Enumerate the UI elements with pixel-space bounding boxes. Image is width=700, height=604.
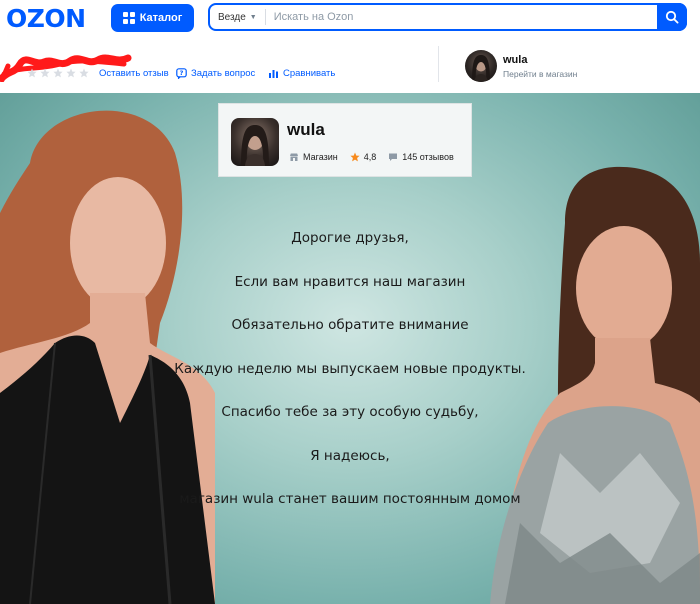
store-card-meta: Магазин 4,8 145 отзывов bbox=[289, 152, 466, 162]
product-info-bar: Оставить отзыв ? Задать вопрос Сравниват… bbox=[0, 36, 700, 91]
compare-link[interactable]: Сравнивать bbox=[268, 68, 335, 79]
search-bar: Везде ▼ bbox=[208, 3, 687, 31]
banner-text-line: Дорогие друзья, bbox=[291, 230, 409, 246]
search-scope-label: Везде bbox=[218, 11, 246, 23]
compare-icon bbox=[269, 70, 278, 78]
store-type-label: Магазин bbox=[303, 152, 338, 162]
star-icon bbox=[350, 152, 360, 162]
chat-bubble-icon bbox=[389, 153, 398, 161]
banner-text-line: Если вам нравится наш магазин bbox=[234, 274, 466, 290]
store-avatar[interactable] bbox=[465, 50, 497, 82]
banner-text-line: Спасибо тебе за эту особую судьбу, bbox=[221, 404, 479, 420]
store-avatar-portrait bbox=[472, 55, 490, 82]
ask-question-link[interactable]: ? Задать вопрос bbox=[176, 68, 255, 79]
leave-review-label: Оставить отзыв bbox=[99, 68, 169, 79]
chevron-down-icon: ▼ bbox=[249, 13, 257, 21]
top-header: OZON Каталог Везде ▼ bbox=[0, 0, 700, 36]
compare-label: Сравнивать bbox=[283, 68, 336, 79]
store-card-avatar bbox=[231, 118, 279, 166]
vertical-divider bbox=[438, 46, 439, 82]
star-icon bbox=[79, 68, 89, 78]
catalog-label: Каталог bbox=[139, 12, 183, 24]
store-type-chip: Магазин bbox=[289, 152, 338, 162]
search-input[interactable] bbox=[265, 11, 685, 23]
search-button[interactable] bbox=[657, 3, 687, 31]
store-name[interactable]: wula bbox=[503, 54, 527, 66]
banner-text-line: магазин wula станет вашим постоянным дом… bbox=[179, 491, 521, 507]
banner-text-line: Я надеюсь, bbox=[310, 448, 390, 464]
store-card-name: wula bbox=[287, 120, 325, 139]
store-reviews-chip: 145 отзывов bbox=[388, 152, 454, 162]
store-reviews-count: 145 отзывов bbox=[402, 152, 454, 162]
svg-text:?: ? bbox=[180, 69, 184, 77]
rating-stars[interactable] bbox=[27, 68, 89, 78]
shop-icon bbox=[290, 153, 298, 161]
banner-text-line: Каждую неделю мы выпускаем новые продукт… bbox=[174, 361, 526, 377]
star-icon bbox=[66, 68, 76, 78]
store-rating-value: 4,8 bbox=[363, 152, 377, 162]
store-banner[interactable]: wula Магазин 4,8 145 отзывов Дорогие дру… bbox=[0, 93, 700, 604]
star-icon bbox=[40, 68, 50, 78]
store-card-portrait bbox=[241, 125, 269, 166]
star-icon bbox=[27, 68, 37, 78]
grid-icon bbox=[122, 12, 135, 24]
store-rating-chip: 4,8 bbox=[350, 152, 377, 162]
search-scope-select[interactable]: Везде ▼ bbox=[210, 9, 266, 25]
ask-question-label: Задать вопрос bbox=[191, 68, 256, 79]
leave-review-link[interactable]: Оставить отзыв bbox=[99, 68, 169, 79]
go-to-store-link[interactable]: Перейти в магазин bbox=[503, 69, 577, 79]
store-card[interactable]: wula Магазин 4,8 145 отзывов bbox=[218, 103, 472, 177]
catalog-button[interactable]: Каталог bbox=[111, 4, 194, 32]
question-icon: ? bbox=[176, 68, 187, 79]
search-icon bbox=[665, 10, 679, 24]
banner-text-line: Обязательно обратите внимание bbox=[231, 317, 469, 333]
ozon-logo[interactable]: OZON bbox=[6, 4, 86, 33]
star-icon bbox=[53, 68, 63, 78]
